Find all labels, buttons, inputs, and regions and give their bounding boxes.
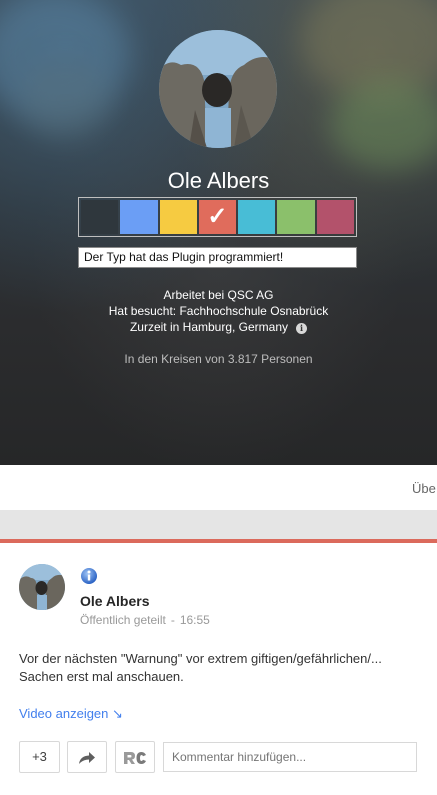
profile-cover: Ole Albers ✓ Der Typ hat das Plugin prog… [0, 0, 437, 465]
education-info: Hat besucht: Fachhochschule Osnabrück [108, 304, 329, 318]
color-swatch[interactable] [159, 200, 197, 234]
color-swatch[interactable] [277, 200, 315, 234]
post-body: Vor der nächsten "Warnung" vor extrem gi… [19, 650, 419, 686]
post-text-line: Sachen erst mal anschauen. [19, 669, 184, 684]
post-author-avatar[interactable] [19, 564, 65, 610]
post-card: Ole Albers Öffentlich geteilt -16:55 Vor … [0, 543, 437, 795]
plus-one-button[interactable]: +3 [19, 741, 60, 773]
tagline-field[interactable]: Der Typ hat das Plugin programmiert! [78, 247, 357, 268]
video-link[interactable]: Video anzeigen ↘ [19, 706, 123, 722]
info-badge-icon [80, 567, 98, 585]
profile-info: Arbeitet bei QSC AG Hat besucht: Fachhoc… [0, 287, 437, 335]
color-swatch[interactable] [81, 200, 119, 234]
color-swatch[interactable] [238, 200, 276, 234]
color-swatch-selected[interactable]: ✓ [198, 200, 237, 234]
work-info: Arbeitet bei QSC AG [163, 288, 274, 302]
color-swatch[interactable] [120, 200, 158, 234]
comment-input[interactable] [163, 742, 417, 772]
post-visibility[interactable]: Öffentlich geteilt [80, 613, 166, 627]
info-icon[interactable]: i [296, 323, 308, 334]
tab-strip: Übe [0, 465, 437, 510]
meta-separator: - [170, 613, 175, 627]
profile-avatar[interactable] [159, 30, 277, 148]
share-icon [78, 749, 96, 764]
check-icon: ✓ [207, 203, 228, 230]
circles-count[interactable]: In den Kreisen von 3.817 Personen [0, 352, 437, 366]
tab-about[interactable]: Übe [412, 481, 436, 496]
post-time[interactable]: 16:55 [180, 613, 210, 627]
color-swatch[interactable] [316, 200, 354, 234]
share-button[interactable] [67, 741, 107, 773]
post-text-line: Vor der nächsten "Warnung" vor extrem gi… [19, 651, 382, 666]
post-author-name[interactable]: Ole Albers [80, 593, 150, 609]
rc-plugin-icon [122, 749, 148, 764]
extension-button[interactable] [115, 741, 155, 773]
location-row: Zurzeit in Hamburg, Germany i [0, 319, 437, 335]
post-meta: Öffentlich geteilt -16:55 [80, 613, 210, 627]
location-info: Zurzeit in Hamburg, Germany [129, 320, 289, 334]
profile-name: Ole Albers [167, 168, 270, 193]
section-divider [0, 510, 437, 539]
color-swatch-picker: ✓ [78, 197, 357, 237]
